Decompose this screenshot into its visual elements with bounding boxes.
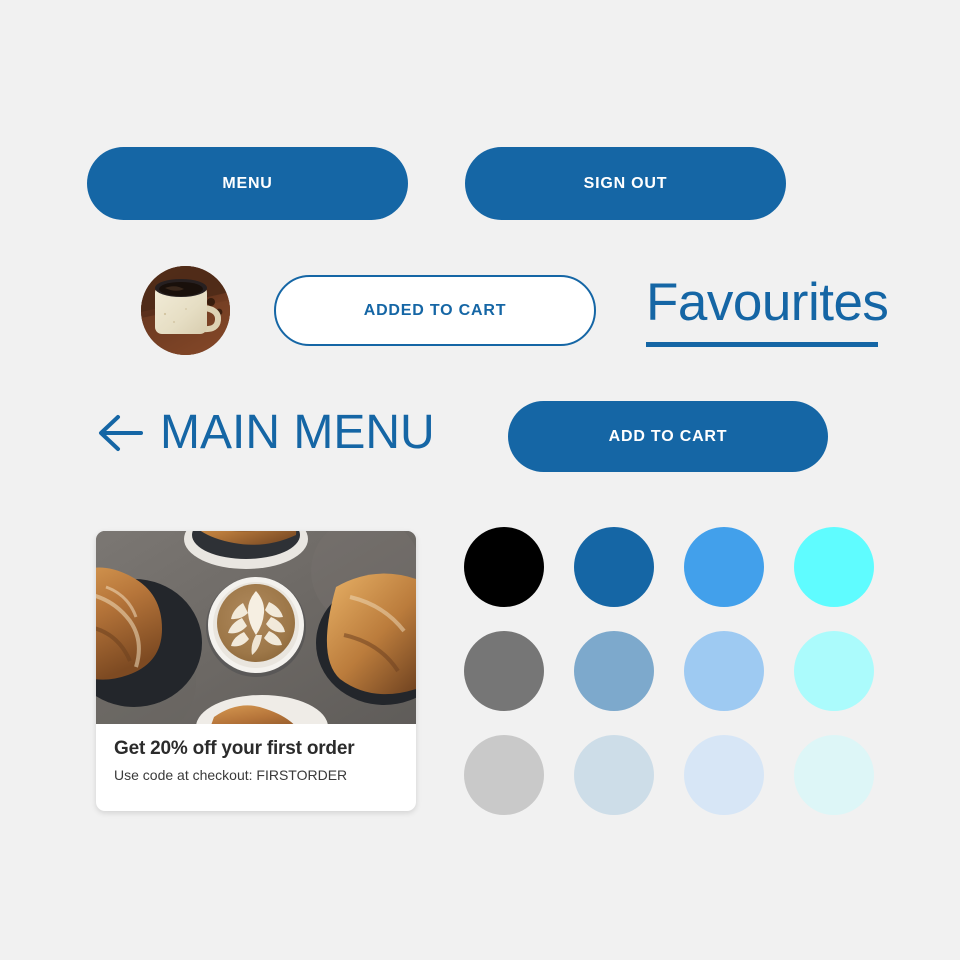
menu-button[interactable]: MENU	[87, 147, 408, 220]
color-swatch[interactable]	[464, 631, 544, 711]
color-swatch[interactable]	[794, 735, 874, 815]
add-to-cart-button-label: ADD TO CART	[608, 427, 728, 445]
added-to-cart-button-label: ADDED TO CART	[363, 301, 507, 319]
promo-card[interactable]: Get 20% off your first order Use code at…	[96, 531, 416, 811]
back-link-label: MAIN MENU	[160, 406, 435, 459]
color-swatch[interactable]	[464, 527, 544, 607]
coffee-cup-icon	[141, 266, 230, 355]
color-swatch[interactable]	[794, 527, 874, 607]
arrow-left-icon	[96, 412, 144, 454]
favourites-title: Favourites	[646, 273, 889, 332]
color-swatch[interactable]	[684, 735, 764, 815]
menu-button-label: MENU	[222, 174, 273, 192]
color-swatch[interactable]	[574, 631, 654, 711]
back-to-main-menu-link[interactable]: MAIN MENU	[96, 405, 435, 461]
avatar[interactable]	[141, 266, 230, 355]
color-swatch[interactable]	[684, 527, 764, 607]
promo-card-subtitle: Use code at checkout: FIRSTORDER	[114, 767, 348, 783]
ui-kit-canvas: MENU SIGN OUT ADDED TO CART Favourites M…	[0, 0, 960, 960]
color-swatch[interactable]	[464, 735, 544, 815]
sign-out-button-label: SIGN OUT	[583, 174, 668, 192]
favourites-underline	[646, 342, 878, 347]
color-swatch-palette	[464, 527, 874, 815]
color-swatch[interactable]	[794, 631, 874, 711]
color-swatch[interactable]	[574, 735, 654, 815]
promo-card-title: Get 20% off your first order	[114, 738, 355, 759]
added-to-cart-button[interactable]: ADDED TO CART	[274, 275, 596, 346]
promo-card-image	[96, 531, 416, 724]
favourites-section-heading: Favourites	[646, 272, 889, 347]
add-to-cart-button[interactable]: ADD TO CART	[508, 401, 828, 472]
sign-out-button[interactable]: SIGN OUT	[465, 147, 786, 220]
color-swatch[interactable]	[684, 631, 764, 711]
color-swatch[interactable]	[574, 527, 654, 607]
promo-card-body: Get 20% off your first order Use code at…	[96, 724, 416, 783]
